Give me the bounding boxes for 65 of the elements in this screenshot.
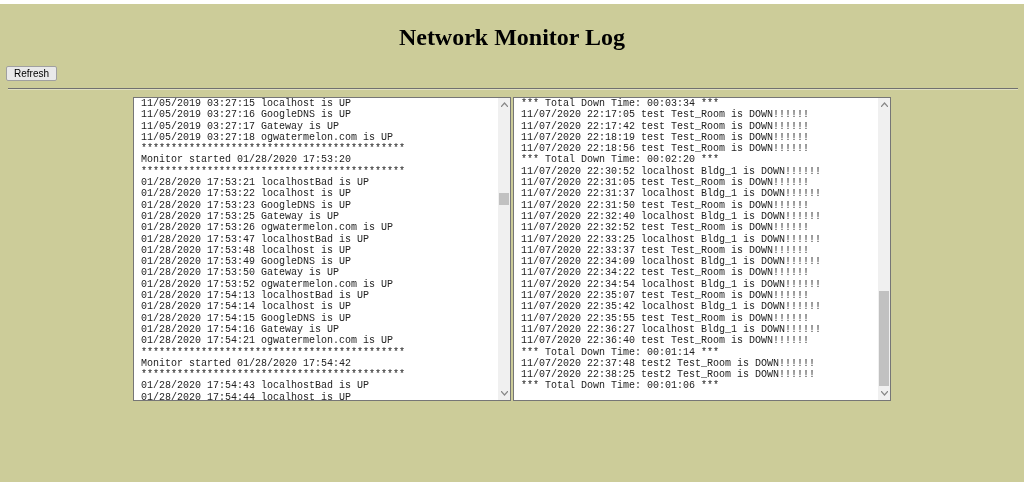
log-line: 01/28/2020 17:53:52 ogwatermelon.com is UP bbox=[141, 278, 394, 290]
log-line: 01/28/2020 17:53:47 localhostBad is UP bbox=[141, 233, 370, 245]
log-line: 11/05/2019 03:27:16 GoogleDNS is UP bbox=[141, 109, 352, 121]
log-line: 01/28/2020 17:53:49 GoogleDNS is UP bbox=[141, 256, 352, 268]
log-line: 11/07/2020 22:33:37 test Test_Room is DOWN!!!!!! bbox=[521, 244, 810, 256]
log-line: 11/07/2020 22:34:22 test Test_Room is DOWN!!!!!! bbox=[521, 267, 810, 279]
log-line: 01/28/2020 17:54:16 Gateway is UP bbox=[141, 323, 340, 335]
log-line: 11/07/2020 22:36:40 test Test_Room is DOWN!!!!!! bbox=[521, 335, 810, 347]
log-line: ******************************************** bbox=[141, 346, 406, 358]
log-line: 11/05/2019 03:27:15 localhost is UP bbox=[141, 98, 352, 109]
log-line: ******************************************** bbox=[141, 369, 406, 381]
log-line: 11/05/2019 03:27:17 Gateway is UP bbox=[141, 120, 340, 132]
log-line: 01/28/2020 17:53:48 localhost is UP bbox=[141, 244, 352, 256]
log-line: 01/28/2020 17:53:50 Gateway is UP bbox=[141, 267, 340, 279]
log-line: *** Total Down Time: 00:02:20 *** bbox=[521, 154, 720, 166]
log-line: 11/07/2020 22:37:48 test2 Test_Room is DOWN!!!!!! bbox=[521, 357, 816, 369]
log-line: 11/07/2020 22:18:56 test Test_Room is DOWN!!!!!! bbox=[521, 143, 810, 155]
log-line: 01/28/2020 17:53:21 localhostBad is UP bbox=[141, 177, 370, 189]
log-text-area[interactable] bbox=[513, 97, 891, 401]
log-line: Monitor started 01/28/2020 17:54:42 bbox=[141, 357, 352, 369]
log-line: *** Total Down Time: 00:03:34 *** bbox=[521, 98, 720, 109]
log-line: 11/07/2020 22:35:55 test Test_Room is DOWN!!!!!! bbox=[521, 312, 810, 324]
scroll-down-icon[interactable] bbox=[880, 391, 888, 396]
scrollbar[interactable] bbox=[878, 98, 890, 400]
log-line: 11/07/2020 22:33:25 localhost Bldg_1 is DOWN!!!!!! bbox=[521, 233, 822, 245]
log-line: 11/07/2020 22:17:05 test Test_Room is DOWN!!!!!! bbox=[521, 109, 810, 121]
scroll-up-icon[interactable] bbox=[500, 102, 508, 107]
log-line: 11/07/2020 22:31:50 test Test_Room is DOWN!!!!!! bbox=[521, 199, 810, 211]
scrollbar-thumb[interactable] bbox=[499, 193, 509, 205]
refresh-button[interactable]: Refresh bbox=[6, 66, 57, 81]
log-line: ******************************************** bbox=[141, 143, 406, 155]
log-line: 11/07/2020 22:32:52 test Test_Room is DOWN!!!!!! bbox=[521, 222, 810, 234]
log-line: 11/07/2020 22:36:27 localhost Bldg_1 is DOWN!!!!!! bbox=[521, 323, 822, 336]
log-line: 11/07/2020 22:34:09 localhost Bldg_1 is DOWN!!!!!! bbox=[521, 256, 822, 268]
log-line: 11/07/2020 22:17:42 test Test_Room is DOWN!!!!!! bbox=[521, 120, 810, 132]
log-line: 01/28/2020 17:54:13 localhostBad is UP bbox=[141, 290, 370, 302]
log-line: 01/28/2020 17:54:21 ogwatermelon.com is UP bbox=[141, 335, 394, 347]
log-line: 01/28/2020 17:54:15 GoogleDNS is UP bbox=[141, 312, 352, 324]
log-line: 11/07/2020 22:31:05 test Test_Room is DOWN!!!!!! bbox=[521, 177, 810, 189]
log-line: 01/28/2020 17:53:23 GoogleDNS is UP bbox=[141, 199, 352, 211]
log-line: 11/07/2020 22:35:42 localhost Bldg_1 is DOWN!!!!!! bbox=[521, 301, 822, 313]
log-line: *** Total Down Time: 00:01:06 *** bbox=[521, 380, 720, 392]
log-line: 11/07/2020 22:18:19 test Test_Room is DOWN!!!!!! bbox=[521, 131, 810, 143]
log-line: 11/07/2020 22:32:40 localhost Bldg_1 is DOWN!!!!!! bbox=[521, 210, 822, 223]
log-line: 01/28/2020 17:53:25 Gateway is UP bbox=[141, 210, 340, 222]
log-line: 11/07/2020 22:34:54 localhost Bldg_1 is DOWN!!!!!! bbox=[521, 278, 822, 290]
scroll-down-icon[interactable] bbox=[500, 391, 508, 396]
log-line: 11/07/2020 22:30:52 localhost Bldg_1 is DOWN!!!!!! bbox=[521, 165, 822, 177]
log-line: 11/07/2020 22:35:07 test Test_Room is DOWN!!!!!! bbox=[521, 290, 810, 302]
log-line: 01/28/2020 17:53:22 localhost is UP bbox=[141, 188, 352, 200]
log-line: 01/28/2020 17:54:43 localhostBad is UP bbox=[141, 380, 370, 392]
log-line: 11/07/2020 22:31:37 localhost Bldg_1 is DOWN!!!!!! bbox=[521, 188, 822, 200]
log-line: *** Total Down Time: 00:01:14 *** bbox=[521, 346, 720, 358]
page-title: Network Monitor Log bbox=[398, 23, 626, 52]
log-line: 01/28/2020 17:53:26 ogwatermelon.com is UP bbox=[141, 222, 394, 234]
scrollbar[interactable] bbox=[498, 98, 510, 400]
scroll-up-icon[interactable] bbox=[880, 102, 888, 107]
log-line: Monitor started 01/28/2020 17:53:20 bbox=[141, 154, 352, 166]
log-line: 01/28/2020 17:54:14 localhost is UP bbox=[141, 301, 352, 313]
log-line: ******************************************** bbox=[141, 165, 406, 177]
log-line: 01/28/2020 17:54:44 localhost is UP bbox=[141, 391, 352, 400]
log-line: 11/07/2020 22:38:25 test2 Test_Room is DOWN!!!!!! bbox=[521, 369, 816, 381]
scrollbar-thumb[interactable] bbox=[879, 291, 889, 386]
log-text-area[interactable] bbox=[133, 97, 511, 401]
log-line: 11/05/2019 03:27:18 ogwatermelon.com is UP bbox=[141, 131, 394, 144]
